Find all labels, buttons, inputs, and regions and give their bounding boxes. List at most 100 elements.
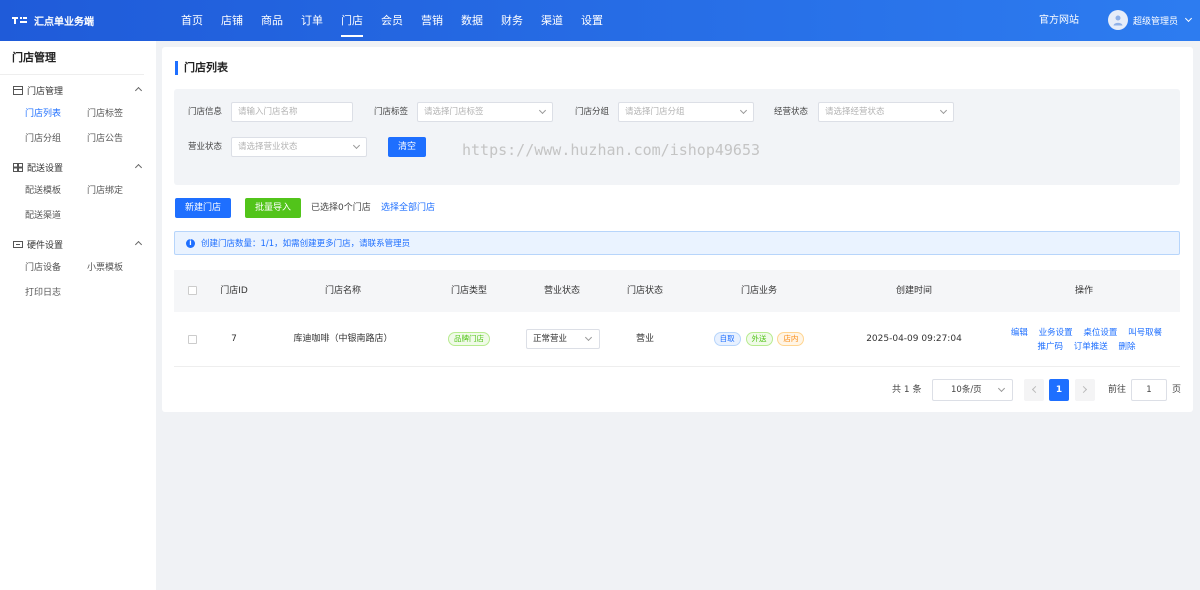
chevron-down-icon: [584, 333, 593, 342]
official-site-link[interactable]: 官方网站: [1039, 0, 1079, 41]
col-open-status: 营业状态: [543, 286, 580, 296]
nav-members[interactable]: 会员: [372, 0, 412, 41]
table-header: 门店ID 门店名称 门店类型 营业状态 门店状态 门店业务 创建时间 操作: [174, 270, 1180, 312]
promo-code-link[interactable]: 推广码: [1038, 342, 1064, 352]
chevron-up-icon: [134, 240, 143, 249]
user-icon: [1113, 15, 1123, 26]
page-size-value: 10条/页: [951, 385, 982, 395]
biz-status-select[interactable]: 请选择经营状态: [818, 102, 954, 122]
sidebar-item-store-devices[interactable]: 门店设备: [25, 256, 87, 281]
sidebar-item-store-list[interactable]: 门店列表: [25, 102, 87, 127]
sidebar-item-delivery-channel[interactable]: 配送渠道: [25, 204, 87, 229]
store-tag-select[interactable]: 请选择门店标签: [417, 102, 553, 122]
sidebar-item-store-binding[interactable]: 门店绑定: [87, 179, 149, 204]
sidebar-group-delivery[interactable]: 配送设置: [0, 155, 156, 179]
order-push-link[interactable]: 订单推送: [1074, 342, 1108, 352]
sidebar-group-hardware[interactable]: 硬件设置: [0, 232, 156, 256]
page-suffix: 页: [1172, 385, 1182, 395]
new-store-button[interactable]: 新建门店: [175, 198, 231, 218]
row-checkbox[interactable]: [188, 335, 197, 344]
open-status-dropdown[interactable]: 正常营业: [526, 329, 600, 349]
sidebar: 门店管理 门店管理 门店列表 门店标签 门店分组 门店公告 配送设置 配送模板 …: [0, 41, 156, 590]
col-store-status: 门店状态: [626, 286, 663, 296]
main-card: 门店列表 门店信息 请输入门店名称 门店标签 请选择门店标签 门店分组 请选择门…: [162, 47, 1193, 412]
nav-marketing[interactable]: 营销: [412, 0, 452, 41]
nav-data[interactable]: 数据: [452, 0, 492, 41]
chevron-left-icon: [1031, 385, 1040, 394]
watermark-text: https://www.huzhan.com/ishop49653: [462, 141, 761, 159]
row-operations: 编辑 业务设置 桌位设置 叫号取餐 推广码 订单推送 删除: [994, 326, 1179, 354]
sidebar-item-store-tags[interactable]: 门店标签: [87, 102, 149, 127]
sidebar-group-store[interactable]: 门店管理: [0, 78, 156, 102]
user-menu[interactable]: 超级管理员: [1108, 10, 1193, 30]
biz-status-label: 经营状态: [774, 107, 809, 117]
nav-finance[interactable]: 财务: [492, 0, 532, 41]
business-tag-dinein: 店内: [777, 331, 805, 346]
sidebar-group-label: 门店管理: [27, 86, 64, 97]
page-size-select[interactable]: 10条/页: [932, 379, 1013, 401]
business-settings-link[interactable]: 业务设置: [1039, 328, 1073, 338]
business-tag-delivery: 外送: [745, 331, 773, 346]
select-all-checkbox[interactable]: [188, 286, 197, 295]
sidebar-item-store-notice[interactable]: 门店公告: [87, 127, 149, 152]
pagination-total: 共 1 条: [892, 385, 922, 395]
nav-orders[interactable]: 订单: [292, 0, 332, 41]
next-page-button[interactable]: [1075, 379, 1095, 401]
batch-import-button[interactable]: 批量导入: [245, 198, 301, 218]
col-operations: 操作: [1074, 286, 1093, 296]
goto-label: 前往: [1108, 385, 1127, 395]
sidebar-group-label: 硬件设置: [27, 240, 64, 251]
nav-home[interactable]: 首页: [172, 0, 212, 41]
goto-page-input[interactable]: 1: [1131, 379, 1167, 401]
chevron-down-icon: [1184, 14, 1193, 23]
store-group-placeholder: 请选择门店分组: [625, 107, 685, 117]
nav-shop[interactable]: 店铺: [212, 0, 252, 41]
row-created-time: 2025-04-09 09:27:04: [866, 334, 962, 344]
row-store-type-cell: 品牌门店: [439, 312, 499, 367]
table-settings-link[interactable]: 桌位设置: [1083, 328, 1117, 338]
col-created-time: 创建时间: [895, 286, 932, 296]
edit-link[interactable]: 编辑: [1011, 328, 1028, 338]
business-tag-pickup: 自取: [713, 331, 741, 346]
notice-bar: i 创建门店数量：1/1，如需创建更多门店，请联系管理员: [174, 231, 1180, 255]
chevron-down-icon: [997, 384, 1006, 393]
row-store-name: 库迪咖啡（中银南路店）: [293, 334, 393, 344]
chevron-right-icon: [1079, 385, 1088, 394]
nav-stores[interactable]: 门店: [332, 0, 372, 41]
nav-settings[interactable]: 设置: [572, 0, 612, 41]
nav-goods[interactable]: 商品: [252, 0, 292, 41]
open-status-value: 正常营业: [533, 334, 568, 344]
prev-page-button[interactable]: [1024, 379, 1044, 401]
main-nav: 首页 店铺 商品 订单 门店 会员 营销 数据 财务 渠道 设置: [172, 0, 612, 41]
current-page-button[interactable]: 1: [1049, 379, 1069, 401]
info-icon: i: [186, 238, 195, 248]
chevron-down-icon: [538, 106, 547, 115]
page-title: 门店列表: [175, 61, 228, 75]
chevron-down-icon: [352, 141, 361, 150]
brand-name: 汇点单业务端: [34, 17, 94, 28]
store-info-input[interactable]: 请输入门店名称: [231, 102, 353, 122]
select-all-link[interactable]: 选择全部门店: [381, 198, 435, 218]
nav-channels[interactable]: 渠道: [532, 0, 572, 41]
store-group-select[interactable]: 请选择门店分组: [618, 102, 754, 122]
sidebar-item-delivery-template[interactable]: 配送模板: [25, 179, 87, 204]
row-store-id: 7: [231, 334, 237, 344]
store-tag-placeholder: 请选择门店标签: [424, 107, 484, 117]
clear-button[interactable]: 清空: [388, 137, 426, 157]
store-tag-label: 门店标签: [374, 107, 409, 117]
sidebar-item-print-log[interactable]: 打印日志: [25, 281, 87, 306]
brand[interactable]: 汇点单业务端: [12, 0, 94, 41]
delete-link[interactable]: 删除: [1118, 342, 1135, 352]
row-store-status: 营业: [635, 334, 654, 344]
sidebar-group-label: 配送设置: [27, 163, 64, 174]
row-business-cell: 自取 外送 店内: [699, 312, 819, 367]
notice-text: 创建门店数量：1/1，如需创建更多门店，请联系管理员: [201, 239, 411, 249]
store-icon: [13, 85, 23, 95]
open-status-select[interactable]: 请选择营业状态: [231, 137, 367, 157]
brand-logo-icon: [12, 16, 27, 24]
col-store-business: 门店业务: [740, 286, 777, 296]
sidebar-item-store-groups[interactable]: 门店分组: [25, 127, 87, 152]
call-number-link[interactable]: 叫号取餐: [1128, 328, 1162, 338]
selected-count: 已选择0个门店: [311, 203, 371, 213]
sidebar-item-receipt-template[interactable]: 小票模板: [87, 256, 149, 281]
